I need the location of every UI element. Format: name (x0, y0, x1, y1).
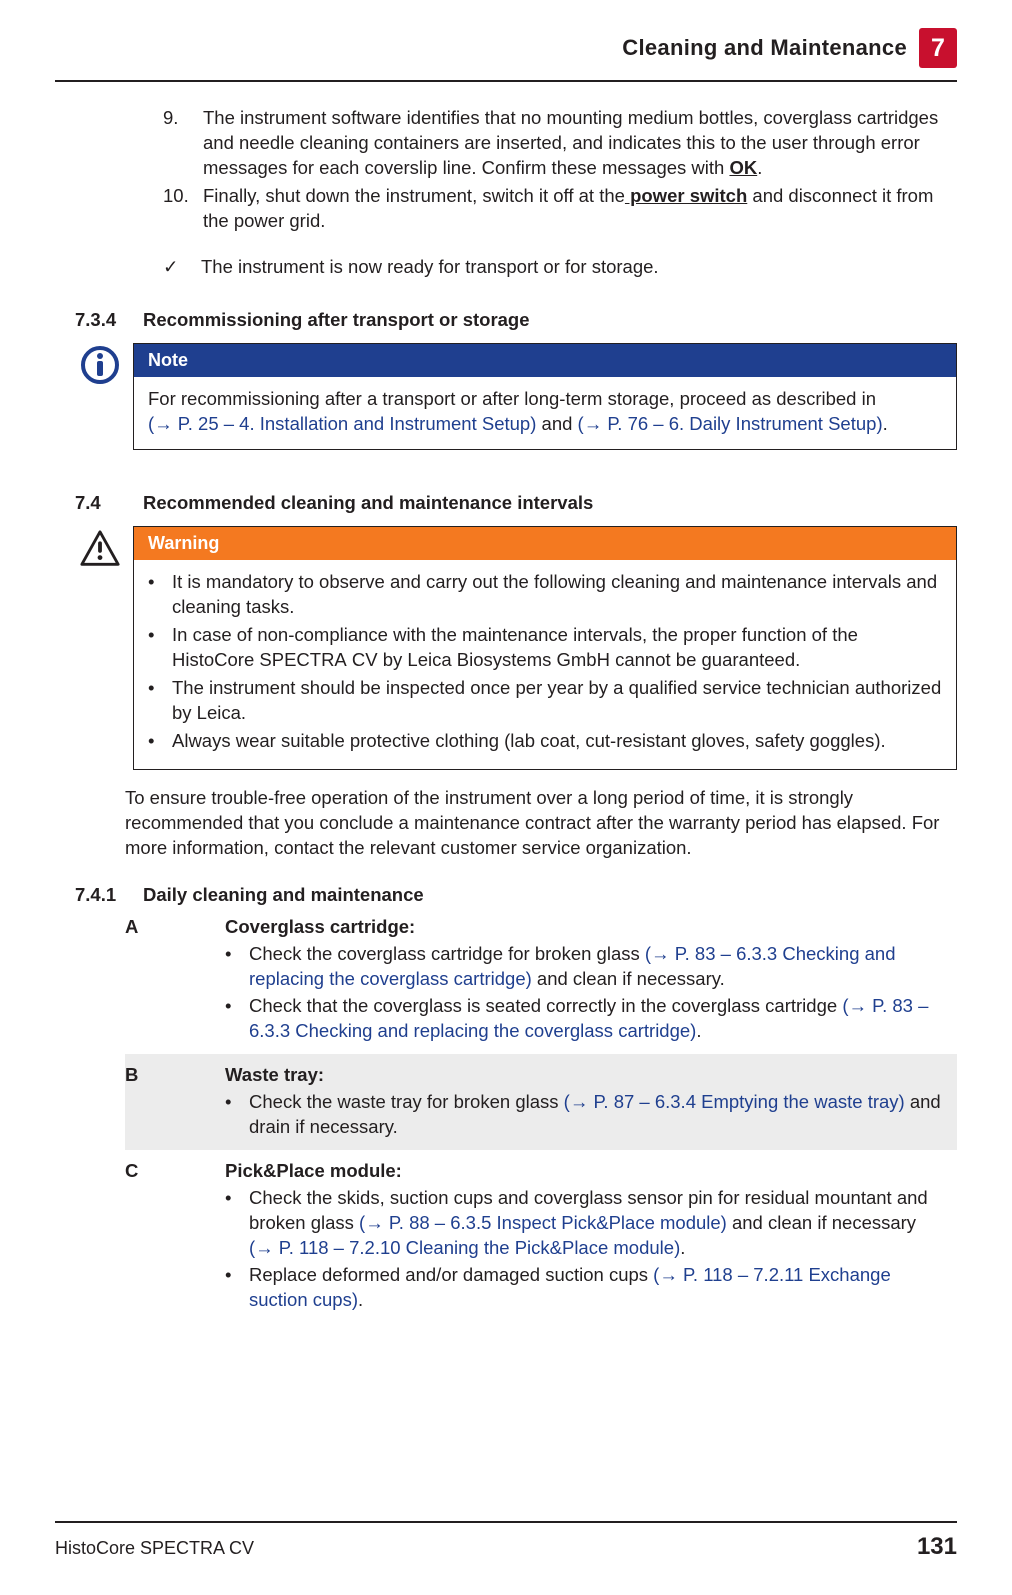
list-item: •It is mandatory to observe and carry ou… (148, 570, 942, 620)
cross-ref-link[interactable]: (→ P. 88 – 6.3.5 Inspect Pick&Place modu… (359, 1212, 727, 1233)
text: Always wear suitable protective clothing… (172, 729, 942, 754)
list-item: •In case of non-compliance with the main… (148, 623, 942, 673)
text: It is mandatory to observe and carry out… (172, 570, 942, 620)
text: The instrument software identifies that … (203, 107, 938, 178)
warning-icon (75, 526, 125, 570)
text: Check the waste tray for broken glass (→… (249, 1090, 947, 1140)
section-number: 7.4.1 (75, 884, 143, 906)
page-footer: HistoCore SPECTRA CV 131 (55, 1521, 957, 1561)
text: In case of non-compliance with the maint… (172, 623, 942, 673)
chapter-badge: 7 (919, 28, 957, 68)
task-title: Coverglass cartridge: (225, 916, 947, 938)
task-letter: B (125, 1064, 225, 1140)
text: and clean if necessary (727, 1212, 916, 1233)
check-text: The instrument is now ready for transpor… (201, 256, 659, 278)
content-area: 9. The instrument software identifies th… (55, 106, 957, 1323)
check-line: ✓ The instrument is now ready for transp… (163, 256, 957, 278)
task-c: C Pick&Place module: •Check the skids, s… (125, 1150, 957, 1323)
cross-ref-link[interactable]: (→ P. 25 – 4. Installation and Instrumen… (148, 413, 536, 434)
list-item: •Replace deformed and/or damaged suction… (225, 1263, 947, 1313)
list-item: •The instrument should be inspected once… (148, 676, 942, 726)
text: Check that the coverglass is seated corr… (249, 995, 842, 1016)
text: Replace deformed and/or damaged suction … (249, 1264, 653, 1285)
power-switch-ref: power switch (625, 185, 747, 206)
task-b: B Waste tray: •Check the waste tray for … (125, 1054, 957, 1150)
text: . (680, 1237, 685, 1258)
task-a: A Coverglass cartridge: •Check the cover… (125, 906, 957, 1054)
section-number: 7.4 (75, 492, 143, 514)
page-number: 131 (917, 1533, 957, 1561)
text: . (757, 157, 762, 178)
section-title: Recommended cleaning and maintenance int… (143, 492, 957, 514)
product-name: HistoCore SPECTRA CV (55, 1538, 254, 1559)
list-item: •Check that the coverglass is seated cor… (225, 994, 947, 1044)
list-item-9: 9. The instrument software identifies th… (163, 106, 947, 181)
item-number: 10. (163, 184, 203, 234)
heading-7-3-4: 7.3.4 Recommissioning after transport or… (75, 309, 957, 331)
note-box: Note For recommissioning after a transpo… (133, 343, 957, 450)
section-number: 7.3.4 (75, 309, 143, 331)
page-header: Cleaning and Maintenance 7 (55, 0, 957, 80)
note-body: For recommissioning after a transport or… (134, 377, 956, 449)
item-body: Finally, shut down the instrument, switc… (203, 184, 947, 234)
item-number: 9. (163, 106, 203, 181)
task-list: •Check the waste tray for broken glass (… (225, 1090, 947, 1140)
ordered-list: 9. The instrument software identifies th… (163, 106, 947, 234)
heading-7-4-1: 7.4.1 Daily cleaning and maintenance (75, 884, 957, 906)
section-title: Recommissioning after transport or stora… (143, 309, 957, 331)
text: and clean if necessary. (532, 968, 725, 989)
cross-ref-link[interactable]: (→ P. 118 – 7.2.10 Cleaning the Pick&Pla… (249, 1237, 680, 1258)
task-letter: C (125, 1160, 225, 1313)
task-list: •Check the coverglass cartridge for brok… (225, 942, 947, 1044)
footer-rule (55, 1521, 957, 1523)
header-rule (55, 80, 957, 82)
heading-7-4: 7.4 Recommended cleaning and maintenance… (75, 492, 957, 514)
section-title: Daily cleaning and maintenance (143, 884, 424, 906)
check-mark-icon: ✓ (163, 256, 201, 278)
text: Check that the coverglass is seated corr… (249, 994, 947, 1044)
text: Check the skids, suction cups and coverg… (249, 1186, 947, 1261)
text: Check the coverglass cartridge for broke… (249, 943, 645, 964)
footer-row: HistoCore SPECTRA CV 131 (55, 1533, 957, 1561)
task-title: Waste tray: (225, 1064, 947, 1086)
warning-body: •It is mandatory to observe and carry ou… (134, 560, 956, 769)
warning-callout: Warning •It is mandatory to observe and … (75, 526, 957, 770)
warning-list: •It is mandatory to observe and carry ou… (148, 570, 942, 754)
ok-ref: OK (729, 157, 757, 178)
list-item: •Check the waste tray for broken glass (… (225, 1090, 947, 1140)
warning-box: Warning •It is mandatory to observe and … (133, 526, 957, 770)
text: Check the coverglass cartridge for broke… (249, 942, 947, 992)
cross-ref-link[interactable]: (→ P. 76 – 6. Daily Instrument Setup) (578, 413, 883, 434)
task-body: Pick&Place module: •Check the skids, suc… (225, 1160, 947, 1313)
text: . (696, 1020, 701, 1041)
list-item: •Always wear suitable protective clothin… (148, 729, 942, 754)
task-title: Pick&Place module: (225, 1160, 947, 1182)
text: For recommissioning after a transport or… (148, 388, 876, 409)
task-body: Coverglass cartridge: •Check the covergl… (225, 916, 947, 1044)
text: and (536, 413, 577, 434)
list-item: •Check the coverglass cartridge for brok… (225, 942, 947, 992)
list-item-10: 10. Finally, shut down the instrument, s… (163, 184, 947, 234)
text: Check the waste tray for broken glass (249, 1091, 564, 1112)
item-body: The instrument software identifies that … (203, 106, 947, 181)
task-list: •Check the skids, suction cups and cover… (225, 1186, 947, 1313)
text: . (358, 1289, 363, 1310)
list-item: •Check the skids, suction cups and cover… (225, 1186, 947, 1261)
paragraph: To ensure trouble-free operation of the … (125, 786, 947, 861)
text: Replace deformed and/or damaged suction … (249, 1263, 947, 1313)
warning-header: Warning (134, 527, 956, 560)
task-body: Waste tray: •Check the waste tray for br… (225, 1064, 947, 1140)
task-letter: A (125, 916, 225, 1044)
note-callout: Note For recommissioning after a transpo… (75, 343, 957, 450)
note-icon (75, 343, 125, 385)
text: . (883, 413, 888, 434)
cross-ref-link[interactable]: (→ P. 87 – 6.3.4 Emptying the waste tray… (564, 1091, 905, 1112)
text: The instrument should be inspected once … (172, 676, 942, 726)
header-title: Cleaning and Maintenance (622, 35, 907, 61)
text: Finally, shut down the instrument, switc… (203, 185, 625, 206)
note-header: Note (134, 344, 956, 377)
